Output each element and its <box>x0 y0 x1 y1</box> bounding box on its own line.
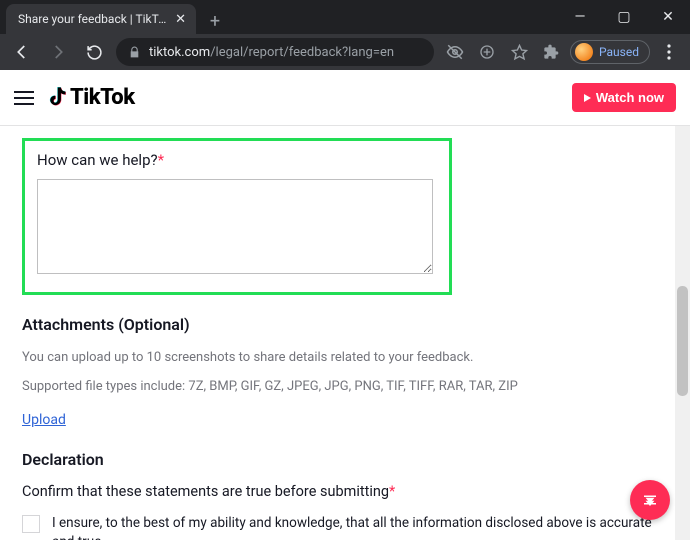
close-window-button[interactable]: ✕ <box>646 0 690 34</box>
declaration-title: Declaration <box>22 450 668 469</box>
filetypes-hint: Supported file types include: 7Z, BMP, G… <box>22 379 668 394</box>
menu-icon[interactable] <box>14 91 34 105</box>
site-header: TikTok Watch now <box>0 70 690 126</box>
browser-tab[interactable]: Share your feedback | TikTok ✕ <box>6 4 196 34</box>
scrollbar-track[interactable] <box>675 126 690 540</box>
window-controls: — ▢ ✕ <box>558 0 690 34</box>
arrow-up-icon <box>641 491 659 509</box>
check1-text: I ensure, to the best of my ability and … <box>52 514 668 540</box>
attachments-title: Attachments (Optional) <box>22 315 668 334</box>
brand-text: TikTok <box>70 85 135 110</box>
avatar <box>575 43 593 61</box>
browser-title-bar: Share your feedback | TikTok ✕ + — ▢ ✕ <box>0 0 690 34</box>
form-content: How can we help?* Attachments (Optional)… <box>0 126 690 540</box>
share-icon[interactable] <box>474 38 500 66</box>
page-content: TikTok Watch now How can we help?* Attac… <box>0 70 690 540</box>
tiktok-note-icon <box>46 87 66 109</box>
browser-toolbar: tiktok.com/legal/report/feedback?lang=en… <box>0 34 690 70</box>
watch-now-label: Watch now <box>596 90 664 105</box>
declaration-check-1: I ensure, to the best of my ability and … <box>22 514 668 540</box>
maximize-button[interactable]: ▢ <box>602 0 646 34</box>
help-label: How can we help?* <box>37 151 437 169</box>
minimize-button[interactable]: — <box>558 0 602 34</box>
forward-button[interactable] <box>44 38 72 66</box>
confirm-statements-text: Confirm that these statements are true b… <box>22 483 668 500</box>
tab-title: Share your feedback | TikTok <box>18 12 167 26</box>
lock-icon <box>128 46 141 59</box>
profile-paused-chip[interactable]: Paused <box>570 40 650 64</box>
new-tab-button[interactable]: + <box>202 8 228 34</box>
paused-label: Paused <box>599 45 639 59</box>
eye-off-icon[interactable] <box>442 38 468 66</box>
toolbar-right-icons: Paused <box>442 38 682 66</box>
upload-link[interactable]: Upload <box>22 412 66 428</box>
close-tab-icon[interactable]: ✕ <box>175 13 186 26</box>
reload-button[interactable] <box>80 38 108 66</box>
scrollbar-thumb[interactable] <box>677 286 688 396</box>
tiktok-logo[interactable]: TikTok <box>46 85 135 110</box>
extensions-icon[interactable] <box>538 38 564 66</box>
kebab-menu-icon[interactable] <box>656 38 682 66</box>
scroll-top-fab[interactable] <box>630 480 670 520</box>
help-textarea[interactable] <box>37 179 433 274</box>
back-button[interactable] <box>8 38 36 66</box>
attachments-hint: You can upload up to 10 screenshots to s… <box>22 350 668 365</box>
url-text: tiktok.com/legal/report/feedback?lang=en <box>149 45 394 60</box>
address-bar[interactable]: tiktok.com/legal/report/feedback?lang=en <box>116 38 434 66</box>
bookmark-star-icon[interactable] <box>506 38 532 66</box>
watch-now-button[interactable]: Watch now <box>572 83 676 112</box>
checkbox-1[interactable] <box>22 515 40 533</box>
play-icon <box>584 94 591 102</box>
help-section-highlight: How can we help?* <box>22 138 452 295</box>
